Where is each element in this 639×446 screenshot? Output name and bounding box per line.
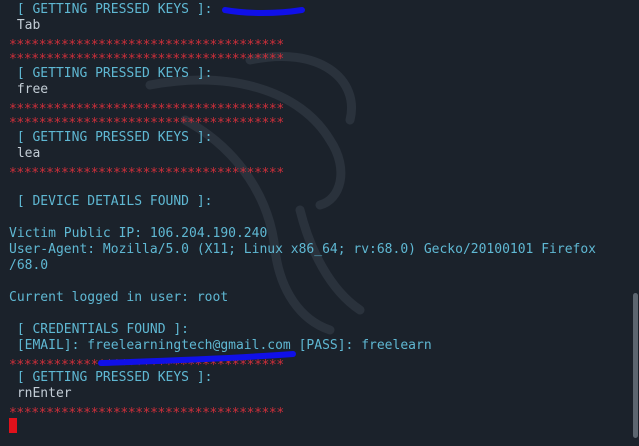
victim-ip: Victim Public IP: 106.204.190.240 — [9, 226, 268, 241]
pressed-keys-header: [ GETTING PRESSED KEYS ]: — [9, 370, 213, 385]
pressed-keys-value: free — [9, 82, 49, 97]
redaction-scribble-email — [98, 351, 296, 366]
pressed-keys-header: [ GETTING PRESSED KEYS ]: — [9, 2, 213, 17]
pressed-keys-value: Tab — [9, 18, 41, 33]
logged-in-user: Current logged in user: root — [9, 290, 229, 305]
block-cursor-icon — [9, 418, 17, 433]
scrollbar-thumb[interactable] — [633, 293, 638, 438]
separator: ************************************* — [9, 166, 284, 181]
pressed-keys-header: [ GETTING PRESSED KEYS ]: — [9, 130, 213, 145]
credentials-header: [ CREDENTIALS FOUND ]: — [9, 322, 190, 337]
redaction-scribble-top — [222, 7, 305, 16]
pressed-keys-value: lea — [9, 146, 41, 161]
separator: ************************************* — [9, 406, 284, 421]
terminal-window[interactable]: [ GETTING PRESSED KEYS ]: Tab **********… — [0, 0, 639, 446]
pressed-keys-header: [ GETTING PRESSED KEYS ]: — [9, 66, 213, 81]
user-agent-continued: /68.0 — [9, 258, 49, 273]
pressed-keys-value: rnEnter — [9, 386, 72, 401]
device-details-header: [ DEVICE DETAILS FOUND ]: — [9, 194, 213, 209]
user-agent: User-Agent: Mozilla/5.0 (X11; Linux x86_… — [9, 242, 596, 257]
